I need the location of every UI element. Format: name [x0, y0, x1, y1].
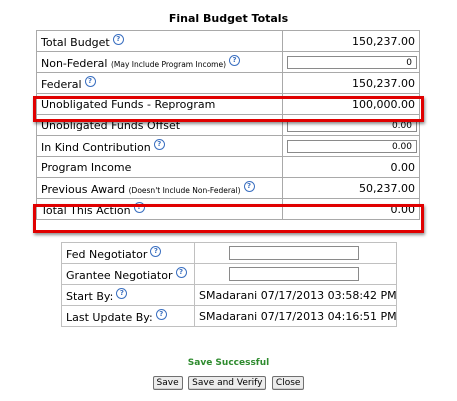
help-icon[interactable]: ?	[175, 266, 187, 278]
help-icon[interactable]: ?	[243, 180, 255, 192]
help-icon[interactable]: ?	[150, 245, 162, 257]
in-kind-input[interactable]: 0.00	[287, 140, 417, 153]
fed-negotiator-label: Fed Negotiator	[66, 247, 148, 261]
help-icon[interactable]: ?	[116, 287, 128, 299]
total-budget-label-cell: Total Budget?	[36, 30, 283, 52]
table-row: Fed Negotiator?	[61, 242, 397, 264]
close-button[interactable]: Close	[271, 376, 305, 390]
negotiator-table: Fed Negotiator? Grantee Negotiator? Star…	[61, 242, 397, 327]
federal-label-cell: Federal?	[36, 72, 283, 94]
table-row: Program Income 0.00	[36, 156, 420, 178]
non-federal-cell: 0	[282, 51, 420, 73]
non-federal-input[interactable]: 0	[287, 56, 417, 69]
row-label: Federal	[41, 77, 82, 91]
table-row: Non-Federal (May Include Program Income)…	[36, 51, 420, 73]
table-row: In Kind Contribution? 0.00	[36, 135, 420, 157]
last-update-label: Last Update By:	[66, 310, 153, 324]
fed-negotiator-input[interactable]	[229, 246, 359, 260]
grantee-negotiator-input[interactable]	[229, 267, 359, 281]
row-label: Previous Award	[41, 182, 126, 196]
federal-value: 150,237.00	[282, 72, 420, 94]
table-row: Total Budget? 150,237.00	[36, 30, 420, 52]
start-by-label: Start By:	[66, 289, 114, 303]
row-label: Total Budget	[41, 35, 110, 49]
fed-negotiator-label-cell: Fed Negotiator?	[61, 242, 195, 264]
program-income-label-cell: Program Income	[36, 156, 283, 178]
table-row: Previous Award (Doesn't Include Non-Fede…	[36, 177, 420, 199]
row-sublabel: (May Include Program Income)	[110, 59, 227, 69]
help-icon[interactable]: ?	[229, 54, 241, 66]
table-row: Last Update By:? SMadarani 07/17/2013 04…	[61, 305, 397, 327]
row-label: Program Income	[41, 160, 132, 174]
grantee-negotiator-cell	[194, 263, 397, 285]
help-icon[interactable]: ?	[155, 308, 167, 320]
table-row: Grantee Negotiator?	[61, 263, 397, 285]
save-and-verify-button[interactable]: Save and Verify	[188, 376, 267, 390]
status-message: Save Successful	[187, 358, 270, 368]
help-icon[interactable]: ?	[84, 75, 96, 87]
in-kind-label-cell: In Kind Contribution?	[36, 135, 283, 157]
start-by-value: SMadarani 07/17/2013 03:58:42 PM	[194, 284, 397, 306]
help-icon[interactable]: ?	[112, 33, 124, 45]
table-row: Federal? 150,237.00	[36, 72, 420, 94]
table-row: Start By:? SMadarani 07/17/2013 03:58:42…	[61, 284, 397, 306]
help-icon[interactable]: ?	[153, 138, 165, 150]
row-label: Non-Federal	[41, 56, 108, 70]
total-action-highlight-box	[33, 204, 424, 233]
total-budget-value: 150,237.00	[282, 30, 420, 52]
page-title: Final Budget Totals	[168, 12, 289, 25]
previous-award-value: 50,237.00	[282, 177, 420, 199]
in-kind-cell: 0.00	[282, 135, 420, 157]
budget-totals-table: Total Budget? 150,237.00 Non-Federal (Ma…	[36, 30, 420, 220]
row-label: In Kind Contribution	[41, 140, 151, 154]
non-federal-label-cell: Non-Federal (May Include Program Income)…	[36, 51, 283, 73]
last-update-label-cell: Last Update By:?	[61, 305, 195, 327]
fed-negotiator-cell	[194, 242, 397, 264]
start-by-label-cell: Start By:?	[61, 284, 195, 306]
last-update-value: SMadarani 07/17/2013 04:16:51 PM	[194, 305, 397, 327]
grantee-negotiator-label-cell: Grantee Negotiator?	[61, 263, 195, 285]
previous-award-label-cell: Previous Award (Doesn't Include Non-Fede…	[36, 177, 283, 199]
grantee-negotiator-label: Grantee Negotiator	[66, 268, 173, 282]
program-income-value: 0.00	[282, 156, 420, 178]
row-sublabel: (Doesn't Include Non-Federal)	[128, 185, 241, 195]
reprogram-highlight-box	[33, 96, 424, 122]
save-button[interactable]: Save	[152, 376, 183, 390]
button-bar: Save Save and Verify Close	[0, 375, 457, 390]
